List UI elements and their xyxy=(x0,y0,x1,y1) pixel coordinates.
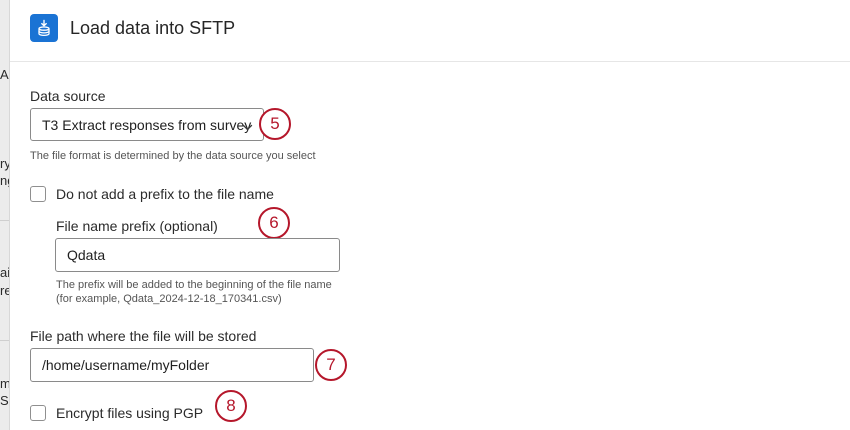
data-source-selected-value: T3 Extract responses from survey xyxy=(42,116,252,133)
step-marker-5: 5 xyxy=(259,108,291,140)
prefix-help-line-2: (for example, Qdata_2024-12-18_170341.cs… xyxy=(56,293,282,305)
background-divider xyxy=(0,340,9,341)
data-source-help: The file format is determined by the dat… xyxy=(30,150,316,162)
prefix-input[interactable] xyxy=(55,238,340,272)
background-text-fragment: m xyxy=(0,376,10,391)
background-divider xyxy=(0,220,9,221)
encrypt-pgp-label: Encrypt files using PGP xyxy=(56,405,204,421)
dialog-header: Load data into SFTP xyxy=(10,0,850,62)
step-marker-6: 6 xyxy=(258,207,290,239)
data-source-label: Data source xyxy=(30,88,106,104)
background-text-fragment: re xyxy=(0,283,9,298)
background-text-fragment: ai xyxy=(0,265,10,280)
dialog-title: Load data into SFTP xyxy=(70,18,236,38)
database-download-icon xyxy=(30,14,58,42)
background-text-fragment: A xyxy=(0,67,9,82)
chevron-down-icon xyxy=(242,120,253,136)
encrypt-pgp-checkbox[interactable] xyxy=(30,405,46,421)
no-prefix-checkbox[interactable] xyxy=(30,186,46,202)
step-marker-8: 8 xyxy=(215,390,247,422)
step-marker-7: 7 xyxy=(315,349,347,381)
prefix-label: File name prefix (optional) xyxy=(56,218,218,234)
background-panel-edge: A ry ng ai re m S xyxy=(0,0,10,430)
background-text-fragment: ry xyxy=(0,156,10,171)
background-text-fragment: S xyxy=(0,393,9,408)
no-prefix-label: Do not add a prefix to the file name xyxy=(56,186,274,202)
file-path-label: File path where the file will be stored xyxy=(30,328,257,344)
prefix-help-line-1: The prefix will be added to the beginnin… xyxy=(56,279,332,291)
background-text-fragment: ng xyxy=(0,173,9,188)
file-path-input[interactable] xyxy=(30,348,314,382)
data-source-select[interactable]: T3 Extract responses from survey xyxy=(30,108,264,141)
